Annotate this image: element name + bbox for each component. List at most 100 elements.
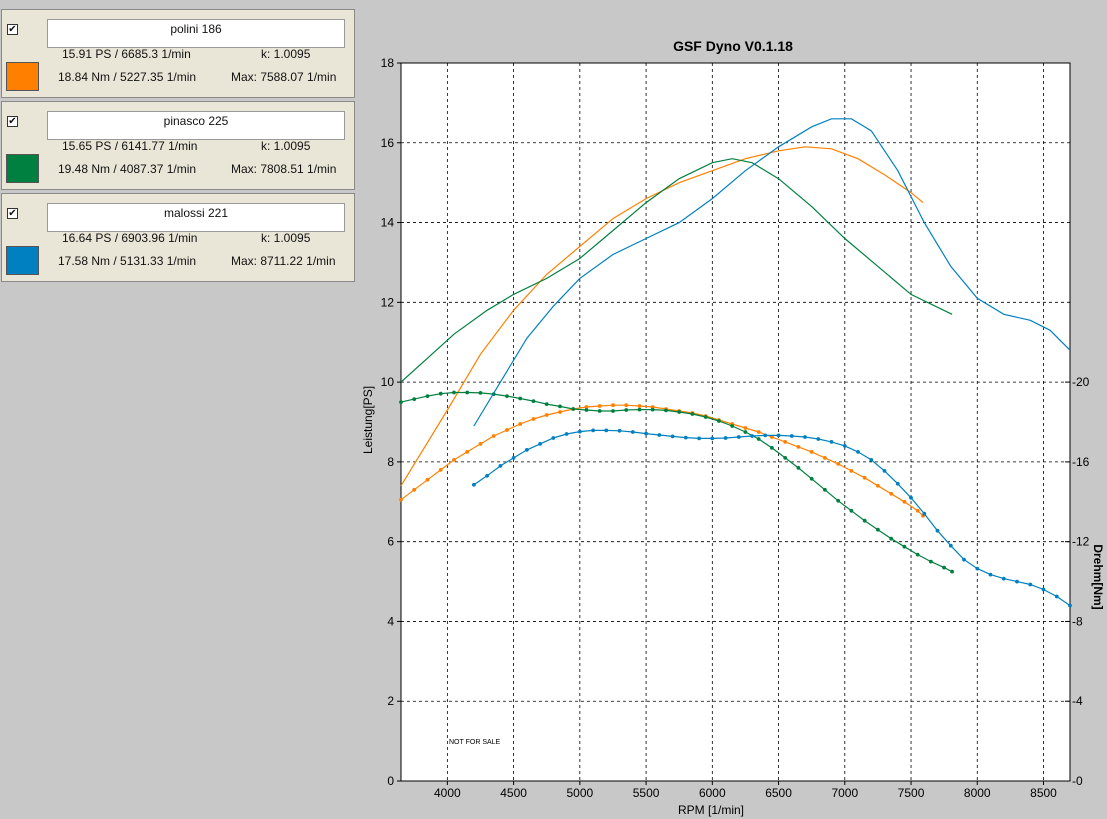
y-tick-label: 16: [381, 136, 395, 150]
torque-point: [869, 458, 874, 462]
torque-point: [823, 487, 827, 492]
x-tick-label: 5500: [633, 786, 660, 800]
x-tick-label: 8000: [964, 786, 991, 800]
torque-point: [472, 482, 476, 487]
torque-point: [895, 481, 900, 486]
y-axis-ticks: 0 2 4 6 8 10 12 14 16 18: [381, 56, 401, 788]
torque-point: [558, 404, 562, 409]
plot-area: [400, 62, 1071, 782]
torque-point: [511, 456, 516, 460]
torque-point: [624, 408, 629, 412]
torque-point: [942, 565, 946, 570]
torque-point: [478, 391, 483, 395]
torque-point: [531, 417, 536, 421]
torque-point: [902, 499, 907, 504]
torque-point: [750, 434, 754, 438]
torque-point: [809, 450, 814, 454]
x-tick-label: 6500: [765, 786, 792, 800]
y-tick-label: 12: [381, 295, 395, 309]
torque-point: [922, 511, 927, 516]
torque-point: [525, 448, 529, 452]
torque-point: [763, 433, 768, 438]
torque-point: [617, 428, 622, 433]
torque-point: [809, 476, 814, 481]
torque-point: [1001, 576, 1006, 581]
torque-point: [478, 442, 483, 446]
y2-tick-label: -0: [1072, 774, 1083, 788]
torque-point: [796, 445, 801, 449]
torque-point: [399, 400, 403, 404]
y-tick-label: 6: [387, 535, 394, 549]
torque-point: [889, 491, 894, 496]
torque-point: [591, 428, 595, 433]
torque-point: [723, 436, 728, 440]
torque-point: [491, 434, 496, 438]
torque-point: [518, 396, 523, 401]
torque-point: [717, 419, 721, 423]
chart-title: GSF Dyno V0.1.18: [673, 38, 793, 54]
torque-point: [975, 566, 980, 571]
torque-point: [438, 391, 443, 396]
torque-point: [770, 446, 774, 450]
y2-tick-label: -16: [1072, 455, 1090, 469]
y-tick-label: 14: [381, 216, 395, 230]
y2-tick-label: -8: [1072, 614, 1083, 628]
torque-point: [849, 469, 854, 473]
torque-point: [783, 456, 788, 460]
torque-point: [630, 430, 635, 434]
torque-point: [902, 544, 907, 549]
torque-point: [412, 487, 417, 492]
torque-point: [637, 407, 642, 412]
torque-point: [950, 569, 954, 574]
dyno-chart: GSF Dyno V0.1.18 4000 4500 5000 5500 6000 650…: [361, 38, 1105, 817]
torque-point: [577, 429, 582, 434]
y2-tick-label: -12: [1072, 535, 1090, 549]
torque-point: [803, 435, 807, 439]
torque-point: [1041, 587, 1046, 592]
y-tick-label: 2: [387, 694, 394, 708]
y2-axis-label: Drehm[Nm]: [1091, 544, 1105, 609]
torque-point: [842, 444, 847, 448]
torque-point: [485, 473, 489, 478]
torque-point: [697, 436, 701, 441]
torque-point: [452, 458, 456, 462]
torque-point: [962, 557, 966, 562]
torque-point: [1015, 579, 1019, 584]
x-axis-ticks: 4000 4500 5000 5500 6000 6500 7000 7500 8000 8500: [434, 781, 1057, 800]
torque-point: [730, 424, 735, 428]
torque-point: [882, 469, 887, 473]
torque-point: [597, 404, 602, 408]
x-tick-label: 6000: [699, 786, 726, 800]
torque-point: [571, 407, 576, 411]
torque-point: [1068, 603, 1072, 608]
torque-point: [465, 390, 470, 395]
y-tick-label: 18: [381, 56, 395, 70]
x-tick-label: 7500: [898, 786, 925, 800]
torque-point: [650, 407, 655, 412]
torque-point: [438, 468, 443, 472]
torque-point: [703, 415, 708, 419]
torque-point: [836, 462, 841, 466]
torque-point: [637, 404, 642, 408]
torque-point: [604, 428, 609, 433]
torque-point: [743, 430, 748, 434]
torque-point: [498, 464, 503, 468]
torque-point: [756, 437, 761, 441]
torque-point: [1054, 594, 1059, 599]
torque-point: [677, 410, 682, 414]
torque-point: [412, 397, 417, 401]
watermark-text: NOT FOR SALE: [449, 739, 501, 746]
torque-point: [505, 428, 509, 432]
torque-point: [544, 402, 549, 406]
torque-point: [584, 408, 589, 412]
torque-point: [611, 409, 615, 413]
torque-point: [710, 436, 715, 441]
torque-point: [948, 543, 953, 548]
x-tick-label: 7000: [831, 786, 858, 800]
torque-point: [823, 456, 827, 460]
torque-point: [452, 390, 456, 395]
torque-point: [518, 422, 523, 426]
torque-point: [736, 435, 741, 439]
torque-point: [776, 433, 781, 438]
torque-point: [399, 497, 403, 502]
